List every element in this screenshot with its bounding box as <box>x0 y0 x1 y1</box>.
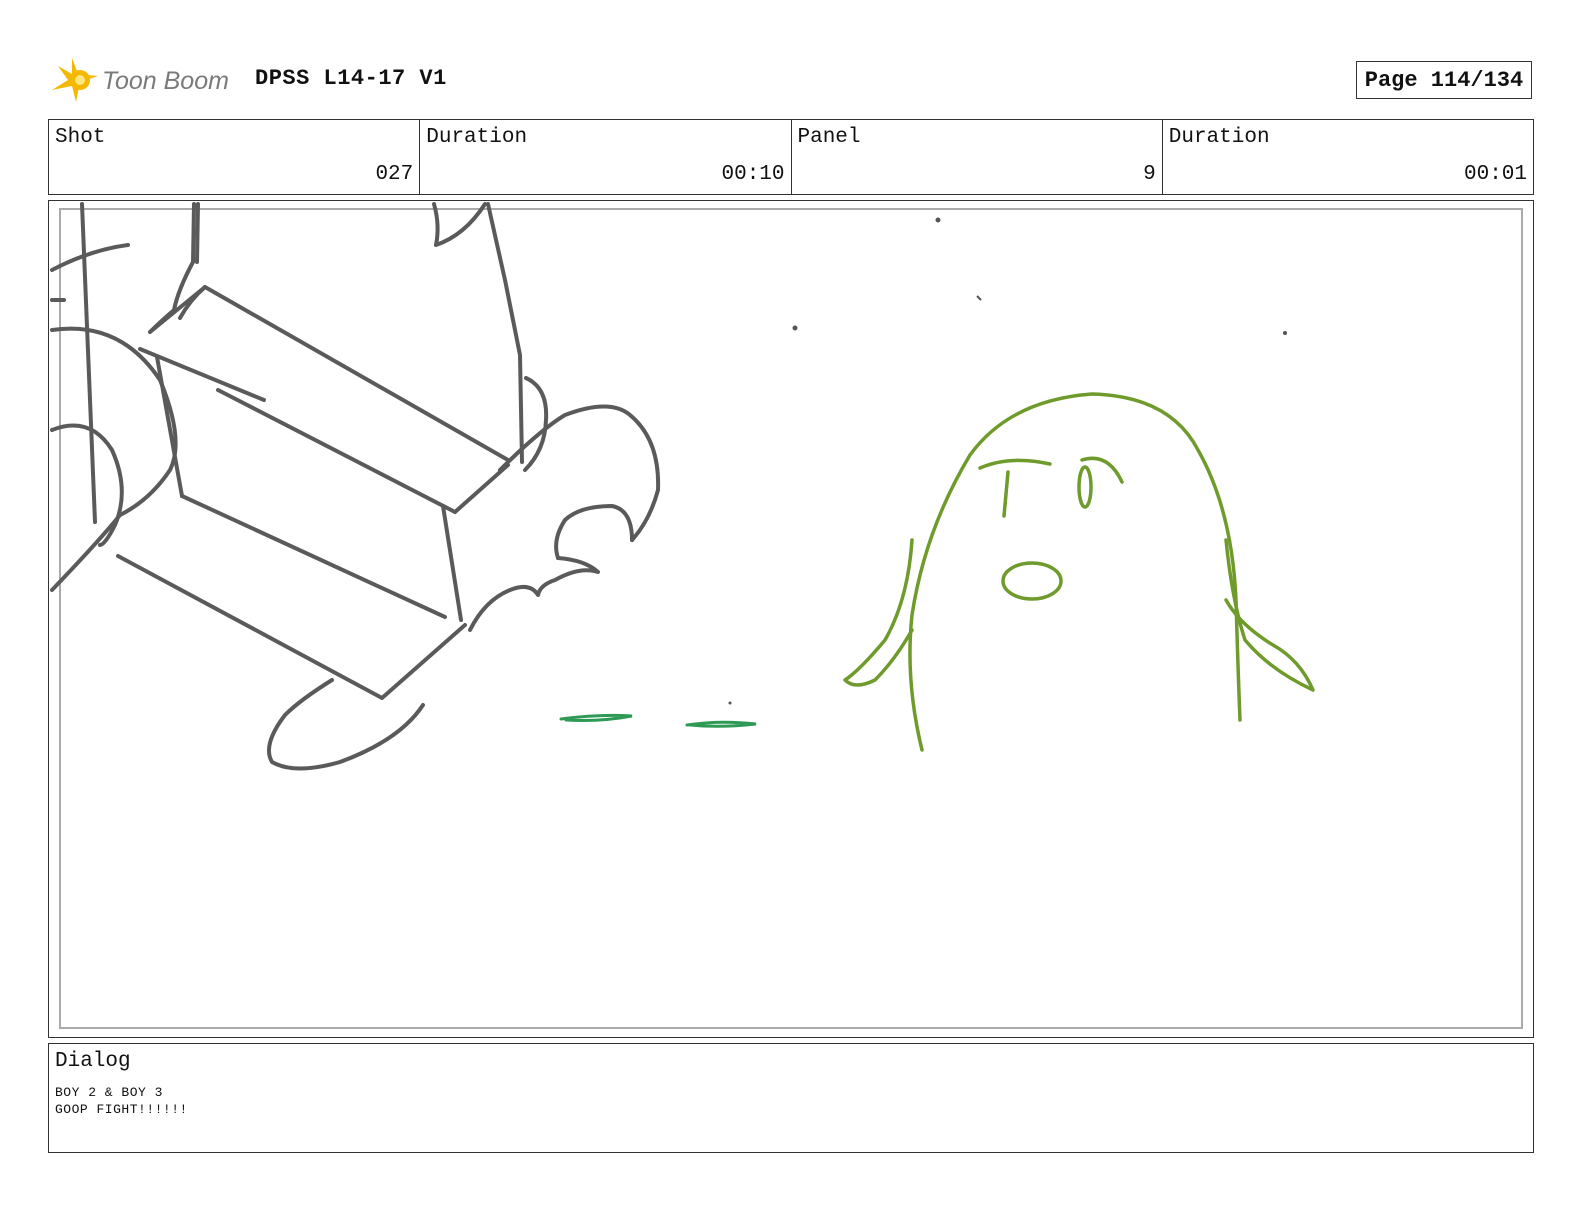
goop-creature-sketch <box>843 392 1315 752</box>
toon-boom-logo: Toon Boom <box>50 56 240 106</box>
dialog-label: Dialog <box>55 1050 131 1073</box>
box-and-hand-sketch <box>50 202 661 771</box>
goop-splats <box>559 713 757 728</box>
dialog-line: GOOP FIGHT!!!!!! <box>55 1102 188 1117</box>
svg-text:Toon Boom: Toon Boom <box>102 67 229 95</box>
starburst-icon: Toon Boom <box>52 58 229 102</box>
page-indicator: Page 114/134 <box>1356 61 1532 99</box>
panel-label: Panel <box>797 126 861 149</box>
project-title: DPSS L14-17 V1 <box>255 66 447 91</box>
panel-cell: Panel 9 <box>792 120 1163 194</box>
shot-duration-label: Duration <box>426 126 528 149</box>
shot-duration-cell: Duration 00:10 <box>420 120 792 194</box>
shot-label: Shot <box>55 126 106 149</box>
dialog-box: Dialog BOY 2 & BOY 3 GOOP FIGHT!!!!!! <box>48 1043 1534 1153</box>
panel-duration-label: Duration <box>1168 126 1270 149</box>
dialog-line: BOY 2 & BOY 3 <box>55 1085 163 1100</box>
dialog-text: BOY 2 & BOY 3 GOOP FIGHT!!!!!! <box>55 1084 188 1118</box>
shot-cell: Shot 027 <box>49 120 421 194</box>
panel-sketch <box>50 202 1315 771</box>
shot-info-row: Shot 027 Duration 00:10 Panel 9 Duration… <box>48 119 1534 195</box>
panel-duration-value: 00:01 <box>1463 163 1527 186</box>
shot-value: 027 <box>375 163 414 186</box>
shot-duration-value: 00:10 <box>721 163 785 186</box>
panel-value: 9 <box>1143 163 1156 186</box>
panel-duration-cell: Duration 00:01 <box>1163 120 1533 194</box>
